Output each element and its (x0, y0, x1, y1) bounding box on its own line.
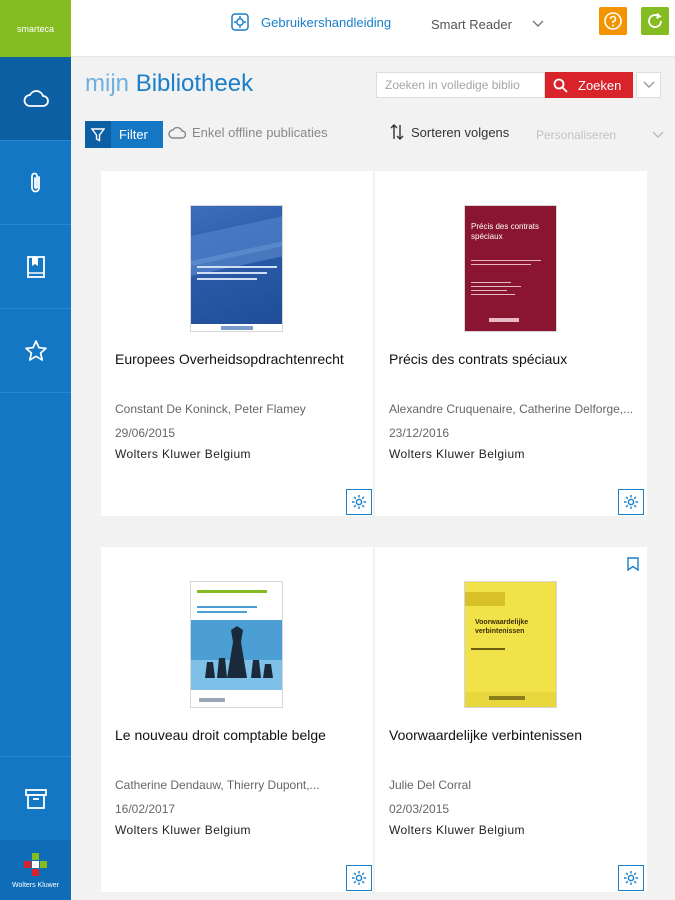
book-cover (190, 581, 283, 708)
book-title: Voorwaardelijke verbintenissen (389, 727, 582, 743)
personalize-dropdown[interactable]: Personaliseren (536, 128, 664, 142)
bookmark-button[interactable] (627, 557, 639, 576)
filter-icon (85, 121, 111, 148)
search-options-dropdown[interactable] (636, 72, 661, 98)
book-publisher: Wolters Kluwer Belgium (389, 823, 525, 837)
book-title: Le nouveau droit comptable belge (115, 727, 326, 743)
book-cover-title: Voorwaardelijke verbintenissen (475, 619, 529, 635)
chevron-down-icon (532, 20, 544, 27)
gear-icon (352, 495, 366, 509)
book-date: 23/12/2016 (389, 426, 450, 440)
search-input[interactable] (376, 72, 545, 98)
archive-icon (24, 788, 47, 809)
book-publisher: Wolters Kluwer Belgium (115, 447, 251, 461)
sort-arrows-icon (390, 124, 404, 140)
page-title-prefix: mijn (85, 70, 130, 97)
smart-reader-label: Smart Reader (431, 16, 512, 32)
chevron-down-icon (652, 131, 664, 138)
user-manual-label: Gebruikershandleiding (261, 14, 392, 30)
search-button[interactable]: Zoeken (545, 72, 633, 98)
manual-gear-icon (231, 13, 249, 31)
book-date: 16/02/2017 (115, 802, 176, 816)
book-settings-button[interactable] (346, 489, 372, 515)
book-icon (26, 255, 45, 278)
user-manual-link[interactable]: Gebruikershandleiding (231, 11, 391, 33)
book-cover-title: Précis des contrats spéciaux (471, 222, 540, 241)
book-cover: Voorwaardelijke verbintenissen (464, 581, 557, 708)
refresh-icon (648, 12, 662, 28)
sidebar-item-cloud[interactable] (0, 57, 71, 141)
wolters-kluwer-label: Wolters Kluwer (12, 881, 59, 889)
smart-reader-dropdown[interactable]: Smart Reader (431, 14, 544, 34)
paperclip-icon (30, 172, 40, 192)
book-cover: Précis des contrats spéciaux (464, 205, 557, 332)
top-bar: Gebruikershandleiding Smart Reader (71, 0, 675, 57)
wolters-kluwer-mark-icon (23, 852, 47, 876)
sidebar: smarteca Wolters Kluwer (0, 0, 71, 900)
search-icon (553, 78, 568, 93)
book-authors: Constant De Koninck, Peter Flamey (115, 402, 306, 416)
book-publisher: Wolters Kluwer Belgium (115, 823, 251, 837)
book-settings-button[interactable] (618, 865, 644, 891)
search-button-label: Zoeken (578, 77, 622, 93)
filter-button[interactable]: Filter (85, 121, 163, 148)
book-cover (190, 205, 283, 332)
book-authors: Julie Del Corral (389, 778, 472, 792)
personalize-label: Personaliseren (536, 128, 617, 142)
sort-label: Sorteren volgens (411, 124, 510, 140)
book-settings-button[interactable] (346, 865, 372, 891)
star-icon (24, 339, 47, 361)
filter-label: Filter (119, 127, 148, 142)
sidebar-item-attachments[interactable] (0, 141, 71, 225)
cloud-outline-icon (168, 126, 186, 139)
brand-logo: smarteca (0, 0, 71, 57)
book-card[interactable]: Le nouveau droit comptable belge Catheri… (101, 547, 373, 892)
offline-toggle[interactable]: Enkel offline publicaties (168, 125, 328, 140)
sidebar-item-favorites[interactable] (0, 309, 71, 393)
sync-button[interactable] (641, 7, 669, 35)
wolters-kluwer-logo: Wolters Kluwer (0, 840, 71, 900)
book-authors: Catherine Dendauw, Thierry Dupont,... (115, 778, 320, 792)
chevron-down-icon (643, 81, 654, 88)
book-title: Précis des contrats spéciaux (389, 351, 568, 367)
gear-icon (352, 871, 366, 885)
page-title-main: Bibliotheek (135, 70, 254, 97)
sidebar-item-books[interactable] (0, 225, 71, 309)
book-title: Europees Overheidsopdrachtenrecht (115, 351, 344, 367)
book-publisher: Wolters Kluwer Belgium (389, 447, 525, 461)
book-card[interactable]: Voorwaardelijke verbintenissen Voorwaard… (375, 547, 647, 892)
book-date: 02/03/2015 (389, 802, 450, 816)
sort-button[interactable]: Sorteren volgens (389, 124, 509, 140)
offline-label: Enkel offline publicaties (192, 125, 328, 140)
book-card[interactable]: Précis des contrats spéciaux Précis des … (375, 171, 647, 516)
gear-icon (624, 871, 638, 885)
book-settings-button[interactable] (618, 489, 644, 515)
bookmark-icon (627, 557, 639, 572)
sidebar-item-archive[interactable] (0, 756, 71, 840)
book-authors: Alexandre Cruquenaire, Catherine Delforg… (389, 402, 634, 416)
gear-icon (624, 495, 638, 509)
help-icon (604, 12, 622, 30)
book-card[interactable]: Europees Overheidsopdrachtenrecht Consta… (101, 171, 373, 516)
help-button[interactable] (599, 7, 627, 35)
cloud-icon (23, 89, 49, 107)
page-title: mijn Bibliotheek (85, 70, 253, 98)
book-date: 29/06/2015 (115, 426, 176, 440)
